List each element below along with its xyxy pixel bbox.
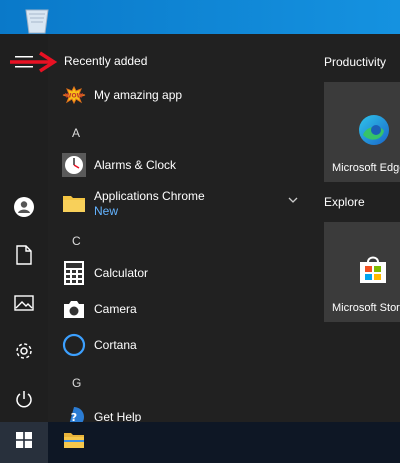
app-name: Cortana — [94, 338, 137, 352]
new-badge: New — [94, 203, 119, 218]
file-explorer-button[interactable] — [52, 422, 96, 463]
folder-icon — [62, 191, 86, 215]
camera-icon — [62, 297, 86, 321]
help-icon: ? — [62, 405, 86, 422]
app-name: Calculator — [94, 266, 149, 280]
taskbar — [0, 422, 400, 463]
tile-microsoft-edge[interactable]: Microsoft Edge — [324, 82, 400, 182]
tile-group-title[interactable]: Productivity — [324, 55, 386, 69]
app-get-help[interactable]: ? Get Help — [62, 400, 308, 422]
windows-logo-icon — [16, 432, 32, 453]
tile-microsoft-store[interactable]: Microsoft Store — [324, 222, 400, 322]
recycle-bin-icon[interactable] — [20, 4, 54, 34]
section-letter-c[interactable]: C — [72, 234, 81, 248]
app-my-amazing-app[interactable]: WOW My amazing app — [62, 78, 308, 112]
store-icon — [359, 254, 387, 289]
section-letter-a[interactable]: A — [72, 126, 80, 140]
app-camera[interactable]: Camera — [62, 292, 308, 326]
app-name: Applications Chrome New — [94, 189, 205, 218]
calculator-icon — [62, 261, 86, 285]
pictures-icon[interactable] — [12, 291, 36, 315]
pointer-arrow-icon — [10, 51, 58, 73]
app-cortana[interactable]: Cortana — [62, 328, 308, 362]
edge-icon — [357, 113, 391, 152]
wow-badge-icon: WOW — [62, 83, 86, 107]
desktop — [0, 0, 400, 34]
documents-icon[interactable] — [12, 243, 36, 267]
tile-label: Microsoft Store — [332, 302, 400, 314]
tile-label: Microsoft Edge — [332, 162, 400, 174]
tile-group-title[interactable]: Explore — [324, 195, 365, 209]
app-name: Alarms & Clock — [94, 158, 177, 172]
app-alarms-clock[interactable]: Alarms & Clock — [62, 148, 308, 182]
app-name: My amazing app — [94, 88, 183, 102]
svg-text:WOW: WOW — [65, 93, 84, 100]
start-button[interactable] — [0, 422, 48, 463]
app-name: Get Help — [94, 410, 142, 422]
cortana-icon — [62, 333, 86, 357]
power-icon[interactable] — [12, 387, 36, 411]
app-applications-chrome[interactable]: Applications Chrome New — [62, 184, 308, 222]
section-letter-g[interactable]: G — [72, 376, 81, 390]
svg-text:?: ? — [71, 411, 77, 422]
chevron-down-icon[interactable] — [288, 190, 298, 208]
start-rail — [0, 34, 48, 422]
recently-added-header: Recently added — [64, 54, 148, 68]
user-account-icon[interactable] — [12, 195, 36, 219]
app-calculator[interactable]: Calculator — [62, 256, 308, 290]
app-name: Camera — [94, 302, 137, 316]
app-name-text: Applications Chrome — [94, 188, 205, 203]
settings-gear-icon[interactable] — [12, 339, 36, 363]
start-menu: Recently added WOW My amazing app A Alar… — [0, 34, 400, 422]
alarm-clock-icon — [62, 153, 86, 177]
folder-icon — [63, 431, 85, 454]
tiles-panel: Productivity Microsoft Edge Explore Micr… — [310, 34, 400, 422]
app-list: Recently added WOW My amazing app A Alar… — [48, 34, 310, 422]
